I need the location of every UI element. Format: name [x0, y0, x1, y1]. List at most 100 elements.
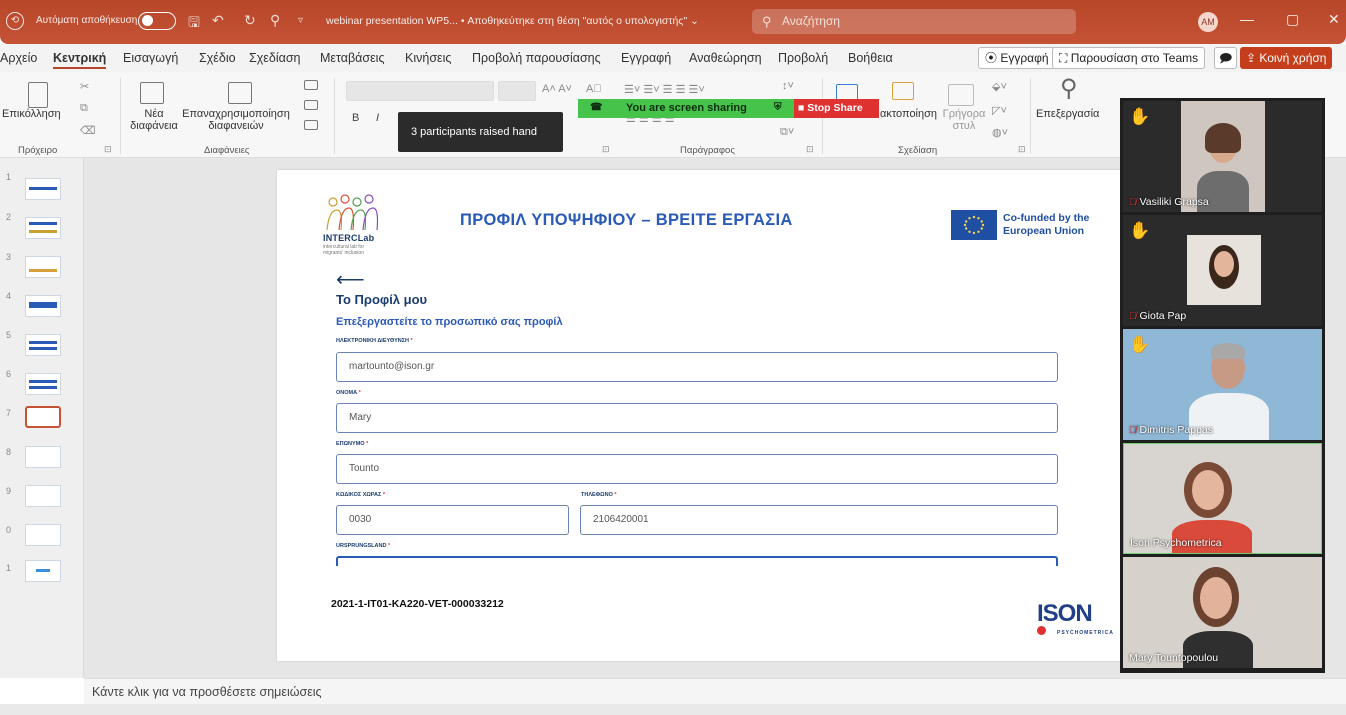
menu-animations[interactable]: Κινήσεις [405, 51, 451, 65]
clipboard-launcher-icon[interactable]: ⊡ [104, 144, 112, 155]
present-icon[interactable]: ⚲ [270, 12, 280, 29]
shape-fill-icon[interactable]: ⬙˅ [992, 80, 1007, 93]
quick-styles-icon[interactable] [948, 84, 974, 106]
slide-thumbnail-selected[interactable] [25, 406, 61, 428]
customize-qat-icon[interactable]: ▿ [298, 15, 303, 26]
participant-tile-active[interactable]: Ison Psychometrica [1123, 443, 1322, 554]
surname-label: ΕΠΩΝΥΜΟ * [336, 441, 369, 447]
participant-tile[interactable]: ✋ 🎙̸ Dimitris Pappas [1123, 329, 1322, 440]
drawing-launcher-icon[interactable]: ⊡ [1018, 144, 1026, 155]
bullets-icon[interactable]: ☰˅ ☰˅ ☰ ☰ ☰˅ [624, 83, 705, 96]
profile-subheading: Επεξεργαστείτε το προσωπικό σας προφίλ [336, 316, 563, 328]
comments-button[interactable]: 🗩 [1214, 47, 1238, 69]
paste-icon[interactable] [28, 82, 48, 108]
font-size-dropdown[interactable] [498, 81, 536, 101]
slide-thumbnail[interactable] [25, 373, 61, 395]
menu-design[interactable]: Σχέδιο [199, 51, 236, 65]
slide-thumbnail[interactable] [25, 334, 61, 356]
slide-thumbnail[interactable] [25, 178, 61, 200]
layout-icon[interactable] [304, 80, 318, 90]
close-button[interactable]: ✕ [1328, 11, 1340, 28]
autosave-toggle[interactable] [138, 12, 176, 30]
stop-icon: ■ [798, 102, 808, 114]
shape-outline-icon[interactable]: ◸˅ [992, 104, 1007, 117]
bold-button[interactable]: B [352, 112, 359, 124]
menu-review[interactable]: Αναθεώρηση [689, 51, 762, 65]
slide-thumbnail[interactable] [25, 256, 61, 278]
save-icon[interactable]: 🖫 [188, 12, 200, 36]
participant-tile[interactable]: ✋ 🎙̸ Giota Pap [1123, 215, 1322, 326]
clear-format-icon[interactable]: A⃫ [586, 83, 602, 95]
arrange-icon[interactable] [892, 82, 914, 100]
paragraph-launcher-icon[interactable]: ⊡ [806, 144, 814, 155]
menu-transitions[interactable]: Μεταβάσεις [320, 51, 384, 65]
slide-thumbnail[interactable] [25, 485, 61, 507]
font-grow-icon[interactable]: A˄ A˅ [542, 83, 572, 95]
origin-country-field[interactable] [336, 556, 1058, 566]
document-title[interactable]: webinar presentation WP5... • Αποθηκεύτη… [326, 15, 699, 27]
present-in-teams-button[interactable]: ⛶ Παρουσίαση στο Teams [1052, 47, 1206, 69]
reuse-slides-icon[interactable] [228, 82, 252, 104]
avatar[interactable]: AM [1198, 12, 1218, 32]
section-icon[interactable] [304, 120, 318, 130]
maximize-button[interactable]: ▢ [1286, 11, 1299, 28]
redo-icon[interactable]: ↻ [244, 12, 256, 29]
menu-draw[interactable]: Σχεδίαση [249, 51, 301, 65]
reuse-slides-label[interactable]: Επαναχρησιμοποίηση διαφανειών [172, 108, 300, 132]
participant-name: 🎙̸ Dimitris Pappas [1129, 424, 1214, 436]
eu-flag-icon [951, 210, 997, 240]
menu-file[interactable]: Αρχείο [0, 51, 37, 65]
slide-thumbnail[interactable] [25, 560, 61, 582]
arrange-label[interactable]: ακτοποίηση [880, 108, 937, 120]
menu-help[interactable]: Βοήθεια [848, 51, 893, 65]
record-button[interactable]: ⦿ Εγγραφή [978, 47, 1056, 69]
minimize-button[interactable]: — [1240, 11, 1254, 27]
editing-label[interactable]: Επεξεργασία [1036, 108, 1099, 120]
find-icon[interactable]: ⚲ [1060, 74, 1078, 103]
new-slide-icon[interactable] [140, 82, 164, 104]
slide-thumbnail[interactable] [25, 446, 61, 468]
italic-button[interactable]: I [376, 112, 379, 124]
person-head [1214, 251, 1234, 277]
menu-insert[interactable]: Εισαγωγή [123, 51, 178, 65]
country-code-field[interactable]: 0030 [336, 505, 569, 535]
paste-label[interactable]: Επικόλληση [2, 108, 61, 120]
menu-view[interactable]: Προβολή [778, 51, 828, 65]
name-field[interactable]: Mary [336, 403, 1058, 433]
email-field[interactable]: martounto@ison.gr [336, 352, 1058, 382]
text-direction-icon[interactable]: ↕˅ [782, 80, 794, 92]
stop-share-button[interactable]: ■ Stop Share [794, 99, 879, 118]
back-arrow-icon[interactable]: ⟵ [336, 267, 365, 292]
slide-thumbnail[interactable] [25, 524, 61, 546]
font-launcher-icon[interactable]: ⊡ [602, 144, 610, 155]
smartart-icon[interactable]: ⧉˅ [780, 126, 794, 139]
undo-icon[interactable]: ↶ [212, 12, 224, 29]
share-status[interactable]: ☎ You are screen sharing ⛨ [578, 99, 794, 118]
slide-thumbnail[interactable] [25, 217, 61, 239]
font-name-dropdown[interactable] [346, 81, 494, 101]
copy-icon[interactable]: ⧉ [80, 102, 88, 115]
interclab-logo-icon [326, 194, 379, 231]
search-box[interactable]: ⚲ Αναζήτηση [752, 9, 1076, 34]
shape-effects-icon[interactable]: ◍˅ [992, 126, 1008, 139]
phone-field[interactable]: 2106420001 [580, 505, 1058, 535]
thumb-number: 0 [6, 525, 12, 535]
slide-canvas[interactable]: INTERCLab intercultural lab for migrants… [277, 170, 1122, 661]
menu-slideshow[interactable]: Προβολή παρουσίασης [472, 51, 601, 65]
share-button[interactable]: ⇪ Κοινή χρήση [1240, 47, 1333, 69]
menu-home[interactable]: Κεντρική [53, 51, 107, 69]
participants-panel: ✋ 🎙̸ Vasiliki Grapsa ✋ 🎙̸ Giota Pap ✋ 🎙̸ Di… [1120, 98, 1325, 673]
participant-tile[interactable]: Mary Tountopoulou [1123, 557, 1322, 668]
slide-thumbnail[interactable] [25, 295, 61, 317]
participant-tile[interactable]: ✋ 🎙̸ Vasiliki Grapsa [1123, 101, 1322, 212]
divider [120, 78, 121, 154]
cut-icon[interactable]: ✂ [80, 80, 89, 93]
reset-icon[interactable] [304, 100, 318, 110]
quick-styles-label[interactable]: Γρήγορα στυλ [940, 108, 988, 132]
surname-field[interactable]: Tounto [336, 454, 1058, 484]
notes-pane[interactable]: Κάντε κλικ για να προσθέσετε σημειώσεις [84, 678, 1346, 704]
menu-record[interactable]: Εγγραφή [621, 51, 671, 65]
format-painter-icon[interactable]: ⌫ [80, 124, 96, 137]
thumb-number: 2 [6, 212, 12, 222]
sync-icon[interactable]: ⟲ [6, 12, 24, 30]
